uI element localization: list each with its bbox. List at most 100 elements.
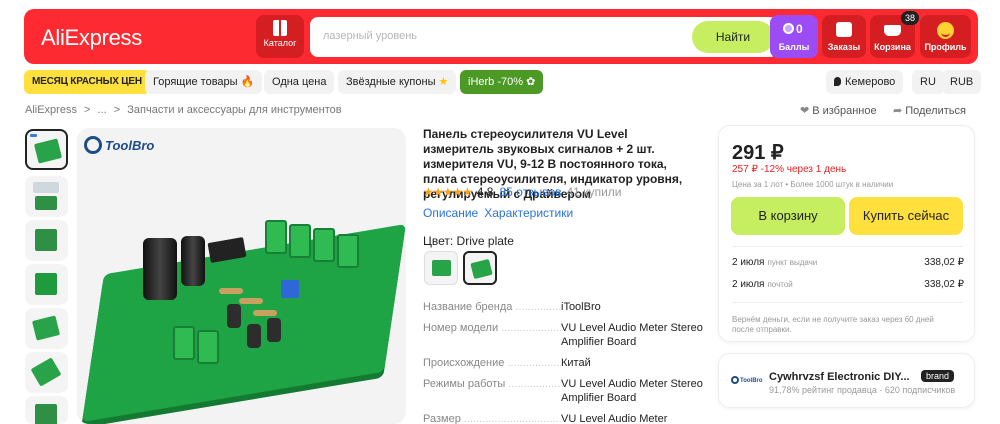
color-option-1[interactable] (424, 251, 458, 285)
hot-deals-label: Горящие товары (153, 76, 238, 88)
breadcrumb-separator: > (113, 104, 121, 116)
spec-key: Режимы работы (423, 377, 561, 405)
profile-label: Профиль (924, 42, 967, 52)
search-placeholder: лазерный уровень (323, 30, 418, 42)
product-tabs: Описание Характеристики (423, 206, 579, 220)
thumbnail-1[interactable] (25, 129, 68, 170)
seller-name[interactable]: Cywhrvzsf Electronic DIY... (769, 371, 910, 383)
spec-value: iToolBro (561, 301, 601, 313)
thumbnail-5[interactable] (25, 308, 68, 349)
reviews-link[interactable]: 85 отзывов (499, 185, 561, 199)
thumbnail-7[interactable] (25, 396, 68, 424)
points-count: 0 (796, 22, 803, 36)
breadcrumb-category[interactable]: Запчасти и аксессуары для инструментов (127, 104, 341, 116)
buy-box: 291 ₽ 257 ₽ -12% через 1 день Цена за 1 … (718, 125, 975, 342)
points-label: Баллы (778, 42, 810, 52)
iherb-label: iHerb -70% (468, 76, 524, 88)
brand-badge: brand (921, 370, 955, 382)
spec-key: Размер (423, 412, 561, 424)
star-coupons-link[interactable]: Звёздные купоны ★ (338, 70, 457, 94)
resistor (239, 298, 263, 304)
terminal-block (337, 234, 359, 268)
breadcrumb-home[interactable]: AliExpress (25, 104, 77, 116)
seller-logo-text: ToolBro (740, 378, 763, 384)
share-icon: ➦ (893, 105, 903, 117)
city-selector[interactable]: Кемерово (826, 70, 904, 94)
search-input[interactable]: лазерный уровень Найти (310, 17, 778, 57)
currency-selector[interactable]: RUB (942, 70, 982, 94)
rating-row: ★★★★★ 4,8 85 отзывов 41 купили (423, 185, 621, 199)
delivery-option-post[interactable]: 2 июля почтой 338,02 ₽ (732, 279, 964, 290)
main-product-image[interactable]: ToolBro (77, 128, 406, 424)
current-price: 291 ₽ (732, 142, 784, 164)
spec-value: Китай (561, 357, 591, 369)
one-price-link[interactable]: Одна цена (264, 70, 335, 94)
pcb-board-image (35, 196, 57, 210)
leaf-icon: ✿ (526, 76, 536, 88)
thumbnail-4[interactable] (25, 264, 68, 305)
add-to-favorites-link[interactable]: ❤ В избранное (800, 104, 877, 117)
top-header: AliExpress Каталог лазерный уровень Найт… (24, 9, 978, 64)
points-button[interactable]: 0 Баллы (770, 15, 818, 58)
aliexpress-logo[interactable]: AliExpress (41, 25, 142, 51)
coin-icon (783, 23, 794, 34)
buy-now-button[interactable]: Купить сейчас (849, 197, 963, 235)
pcb-board-image (470, 258, 493, 280)
share-label: Поделиться (905, 105, 966, 117)
toolbro-logo-icon (731, 376, 739, 384)
thumbnail-6[interactable] (25, 352, 68, 393)
divider (732, 246, 963, 247)
search-button[interactable]: Найти (692, 21, 774, 53)
share-link[interactable]: ➦ Поделиться (893, 104, 966, 117)
pcb-board-image (35, 229, 57, 251)
pcb-board-image (30, 357, 62, 387)
red-prices-month-link[interactable]: МЕСЯЦ КРАСНЫХ ЦЕН (24, 70, 150, 94)
discount-line: 257 ₽ -12% через 1 день (732, 164, 846, 175)
breadcrumb-ellipsis[interactable]: ... (98, 104, 107, 116)
resistor (219, 288, 243, 294)
language-selector[interactable]: RU (912, 70, 944, 94)
discount-price: 257 ₽ (732, 164, 758, 175)
favorites-label: В избранное (812, 105, 877, 117)
toolbro-logo-icon (84, 136, 102, 154)
spec-row: Номер моделиVU Level Audio Meter Stereo … (423, 321, 703, 349)
delivery-option-pickup[interactable]: 2 июля пункт выдачи 338,02 ₽ (732, 257, 964, 268)
heart-icon: ❤ (800, 105, 810, 117)
spec-value: VU Level Audio Meter Stereo Amplifier Bo… (561, 322, 703, 348)
cart-button[interactable]: 38 Корзина (870, 11, 919, 58)
pcb-board-image (31, 315, 61, 341)
brand-logo-text: ToolBro (105, 138, 155, 153)
seller-logo: ToolBro (731, 376, 763, 384)
breadcrumb: AliExpress > ... > Запчасти и аксессуары… (25, 104, 346, 116)
orders-icon (836, 22, 852, 37)
profile-button[interactable]: Профиль (920, 15, 971, 58)
cart-icon (884, 25, 901, 36)
specs-list: Название брендаiToolBro Номер моделиVU L… (423, 300, 703, 424)
hot-deals-link[interactable]: Горящие товары 🔥 (145, 70, 263, 94)
discount-time: через 1 день (786, 164, 847, 175)
color-label: Цвет: Drive plate (423, 234, 514, 248)
iherb-promo-link[interactable]: iHerb -70% ✿ (460, 70, 544, 94)
tab-description[interactable]: Описание (423, 206, 478, 220)
pcb-board-image (432, 260, 451, 276)
location-pin-icon (834, 77, 841, 86)
small-capacitor (247, 324, 261, 348)
delivery-amount: 338,02 ₽ (924, 257, 964, 268)
orders-button[interactable]: Заказы (822, 15, 866, 58)
add-to-cart-button[interactable]: В корзину (731, 197, 845, 235)
spec-value: VU Level Audio Meter (561, 413, 668, 424)
color-option-drive-plate[interactable] (463, 251, 497, 285)
terminal-block (265, 220, 287, 254)
catalog-button[interactable]: Каталог (256, 15, 304, 58)
thumbnail-3[interactable] (25, 220, 68, 261)
vu-meters-image (33, 182, 59, 193)
thumbnail-2[interactable] (25, 176, 68, 217)
delivery-amount: 338,02 ₽ (924, 279, 964, 290)
small-capacitor (267, 318, 281, 342)
breadcrumb-separator: > (84, 104, 91, 116)
toolbro-logo: ToolBro (84, 136, 154, 154)
terminal-block (313, 228, 335, 262)
tab-specifications[interactable]: Характеристики (484, 206, 573, 220)
delivery-date: 2 июля (732, 257, 765, 268)
seller-card[interactable]: ToolBro Cywhrvzsf Electronic DIY... bran… (718, 353, 975, 408)
